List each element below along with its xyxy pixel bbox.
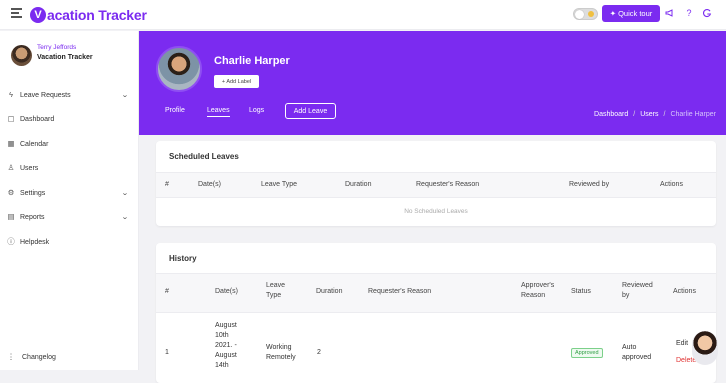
sidebar-item-label: Reports [20,213,45,221]
support-chat-avatar[interactable] [692,331,718,365]
column-header: Leave Type [266,282,286,299]
top-bar: V acation Tracker ✦ Quick tour ? [0,0,726,30]
column-header: Duration [316,288,343,295]
profile-header: Charlie Harper + Add Label Profile Leave… [139,31,726,135]
g-icon[interactable] [702,8,712,18]
breadcrumb-current: Charlie Harper [670,111,716,118]
chevron-down-icon: ⌄ [121,92,129,99]
row-reviewed-by: Auto approved [622,344,652,361]
empty-state: No Scheduled Leaves [404,208,468,215]
sidebar-item-reports[interactable]: ▤ Reports ⌄ [0,210,139,224]
sidebar-item-label: Calendar [20,140,49,148]
chevron-down-icon: ⌄ [121,190,129,197]
app-logo[interactable]: V acation Tracker [30,5,147,25]
reports-icon: ▤ [7,212,15,221]
add-leave-button[interactable]: Add Leave [285,103,336,119]
history-card: History # Date(s) Leave Type Duration Re… [156,243,716,383]
profile-avatar [156,46,202,92]
column-header: Date(s) [198,181,221,188]
scheduled-leaves-card: Scheduled Leaves # Date(s) Leave Type Du… [156,141,716,226]
sidebar-item-users[interactable]: ♙ Users [0,161,139,175]
sidebar-item-changelog[interactable]: ⋮ Changelog [0,350,139,364]
quick-tour-button[interactable]: ✦ Quick tour [602,5,660,22]
logo-mark: V [30,7,46,23]
column-header: # [165,181,169,188]
sidebar: Terry Jeffords Vacation Tracker ϟ Leave … [0,31,139,370]
column-header: Actions [673,288,696,295]
more-vertical-icon: ⋮ [7,352,15,361]
status-badge: Approved [571,348,603,358]
help-icon[interactable]: ? [684,8,694,18]
column-header: Status [571,288,591,295]
profile-name: Charlie Harper [214,55,290,67]
user-icon: ♙ [7,163,15,172]
megaphone-icon[interactable] [665,8,675,18]
sidebar-item-label: Helpdesk [20,238,50,246]
column-header: Reviewed by [569,181,610,188]
column-header: Duration [345,181,372,188]
add-label-button[interactable]: + Add Label [214,75,259,88]
row-leave-type: Working Remotely [266,344,296,361]
sidebar-item-calendar[interactable]: ▦ Calendar [0,137,139,151]
column-header: Date(s) [215,288,238,295]
lightning-icon: ϟ [9,90,13,99]
column-header: Requester's Reason [416,181,480,188]
sidebar-item-label: Changelog [22,353,56,361]
column-header: Reviewed by [622,282,653,299]
sidebar-item-label: Leave Requests [20,91,71,99]
chevron-down-icon: ⌄ [121,214,129,221]
column-header: Actions [660,181,683,188]
column-header: Approver's Reason [521,282,555,299]
breadcrumb-dashboard[interactable]: Dashboard [594,111,628,118]
row-index: 1 [165,349,169,356]
sidebar-item-label: Settings [20,189,46,197]
user-name: Terry Jeffords [37,44,77,51]
breadcrumb-users[interactable]: Users [640,111,658,118]
avatar [11,45,32,66]
sidebar-item-leave-requests[interactable]: ϟ Leave Requests ⌄ [0,88,139,102]
help-circle-icon: ⓘ [7,237,15,246]
logo-text: acation Tracker [47,7,147,23]
tab-logs[interactable]: Logs [249,107,264,114]
gear-icon: ⚙ [7,188,15,197]
sidebar-item-label: Users [20,164,39,172]
tab-leaves[interactable]: Leaves [207,107,230,117]
company-name: Vacation Tracker [37,54,93,61]
menu-icon[interactable] [11,8,22,20]
row-duration: 2 [317,349,321,356]
theme-toggle[interactable] [573,8,598,20]
sidebar-item-label: Dashboard [20,115,55,123]
column-header: Leave Type [261,181,298,188]
column-header: Requester's Reason [368,288,432,295]
card-title: History [169,254,197,263]
card-title: Scheduled Leaves [169,152,239,161]
sidebar-item-dashboard[interactable]: ▢ Dashboard [0,112,139,126]
user-block[interactable]: Terry Jeffords Vacation Tracker [11,44,93,66]
breadcrumb: Dashboard / Users / Charlie Harper [594,111,716,118]
sidebar-item-settings[interactable]: ⚙ Settings ⌄ [0,186,139,200]
tab-profile[interactable]: Profile [165,107,185,114]
dashboard-icon: ▢ [7,114,15,123]
calendar-icon: ▦ [7,139,15,148]
edit-button[interactable]: Edit [676,340,689,347]
sidebar-item-helpdesk[interactable]: ⓘ Helpdesk [0,235,139,249]
column-header: # [165,288,169,295]
row-dates: August 10th 2021. - August 14th [215,322,237,369]
